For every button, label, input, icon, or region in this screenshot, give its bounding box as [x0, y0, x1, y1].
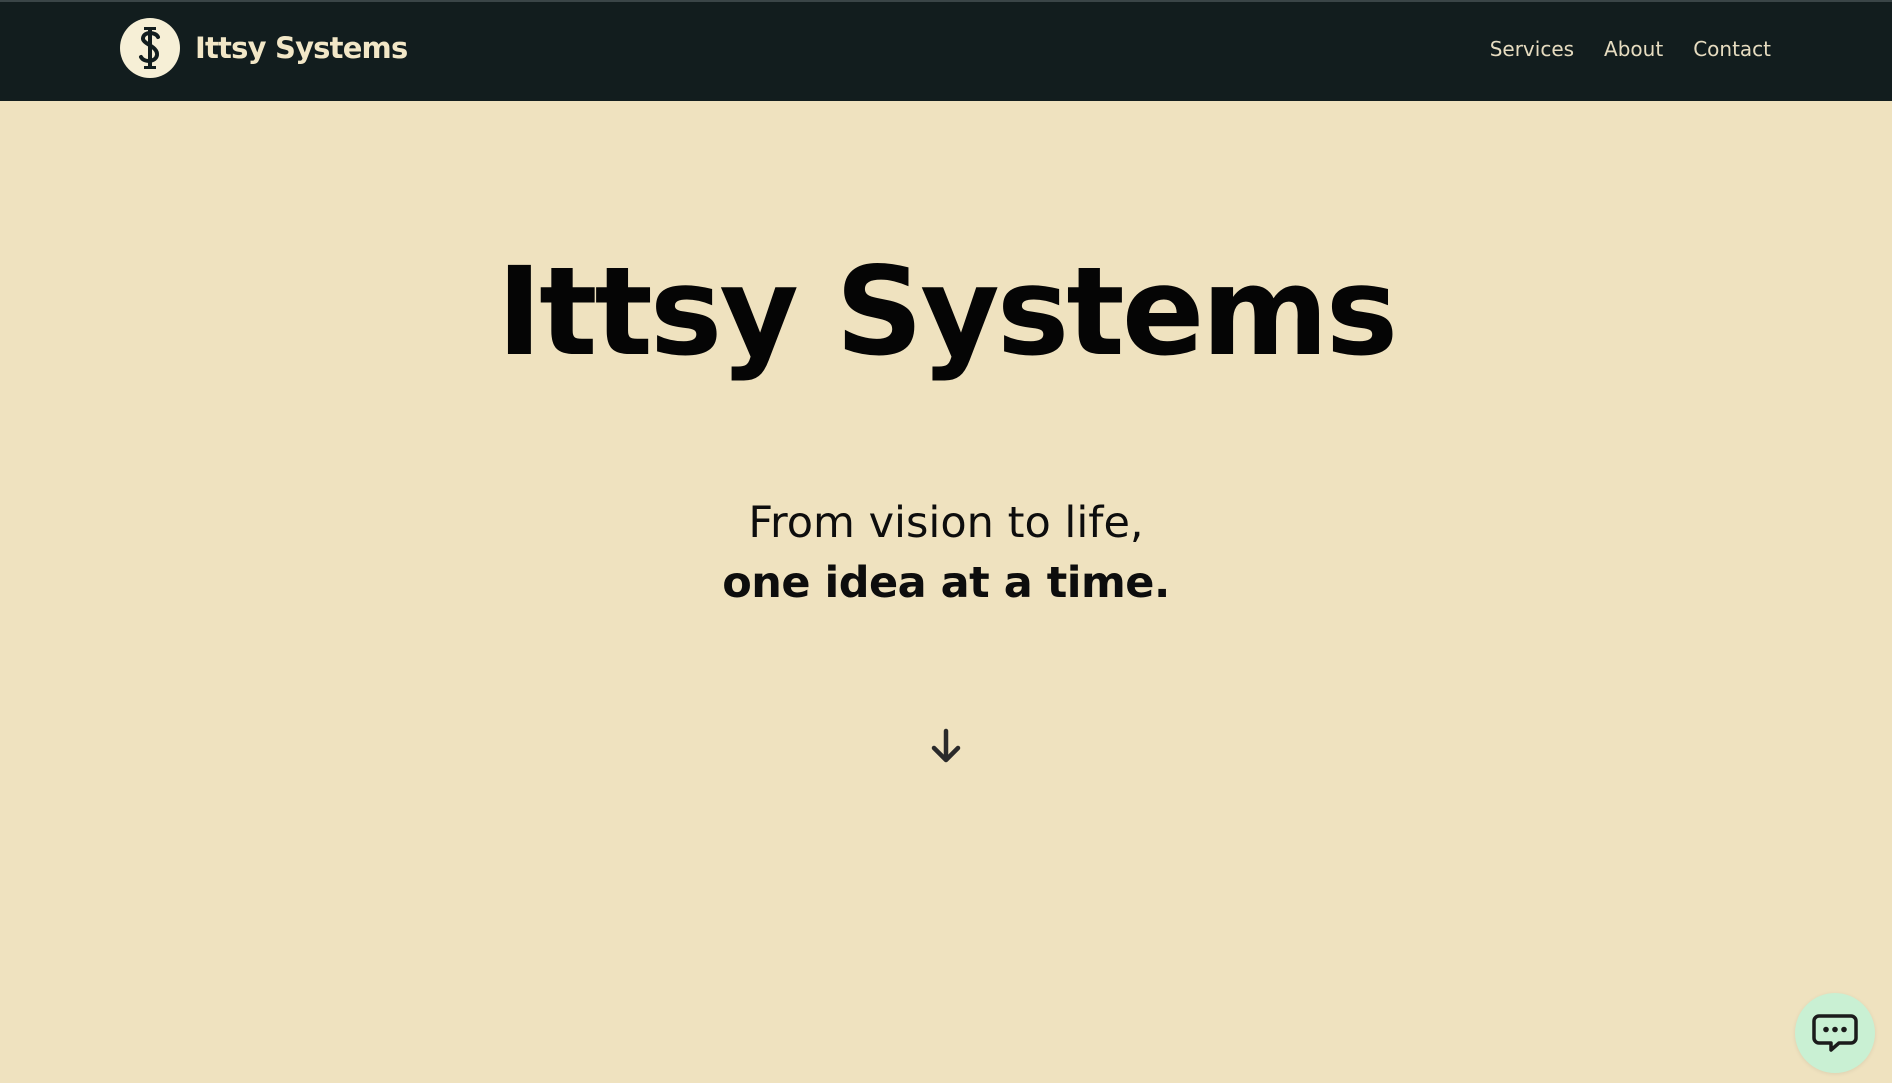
tagline-line-1: From vision to life,: [748, 498, 1144, 548]
nav-link-contact[interactable]: Contact: [1693, 37, 1771, 61]
nav-link-about[interactable]: About: [1604, 37, 1663, 61]
chat-bubble-icon: [1812, 1014, 1858, 1052]
top-navbar: Ittsy Systems Services About Contact: [0, 0, 1892, 101]
tagline-line-2: one idea at a time.: [722, 558, 1170, 608]
main-nav: Services About Contact: [1490, 37, 1771, 61]
hero-tagline: From vision to life, one idea at a time.: [0, 494, 1892, 614]
brand-link[interactable]: Ittsy Systems: [120, 18, 408, 78]
scroll-down-button[interactable]: [926, 726, 966, 766]
arrow-down-icon: [931, 728, 961, 763]
dollar-i-monogram-icon: [139, 27, 160, 69]
nav-link-services[interactable]: Services: [1490, 37, 1574, 61]
brand-name[interactable]: Ittsy Systems: [195, 31, 408, 65]
chat-button[interactable]: [1795, 993, 1875, 1073]
logo: [120, 18, 180, 78]
hero-title: Ittsy Systems: [496, 241, 1398, 383]
